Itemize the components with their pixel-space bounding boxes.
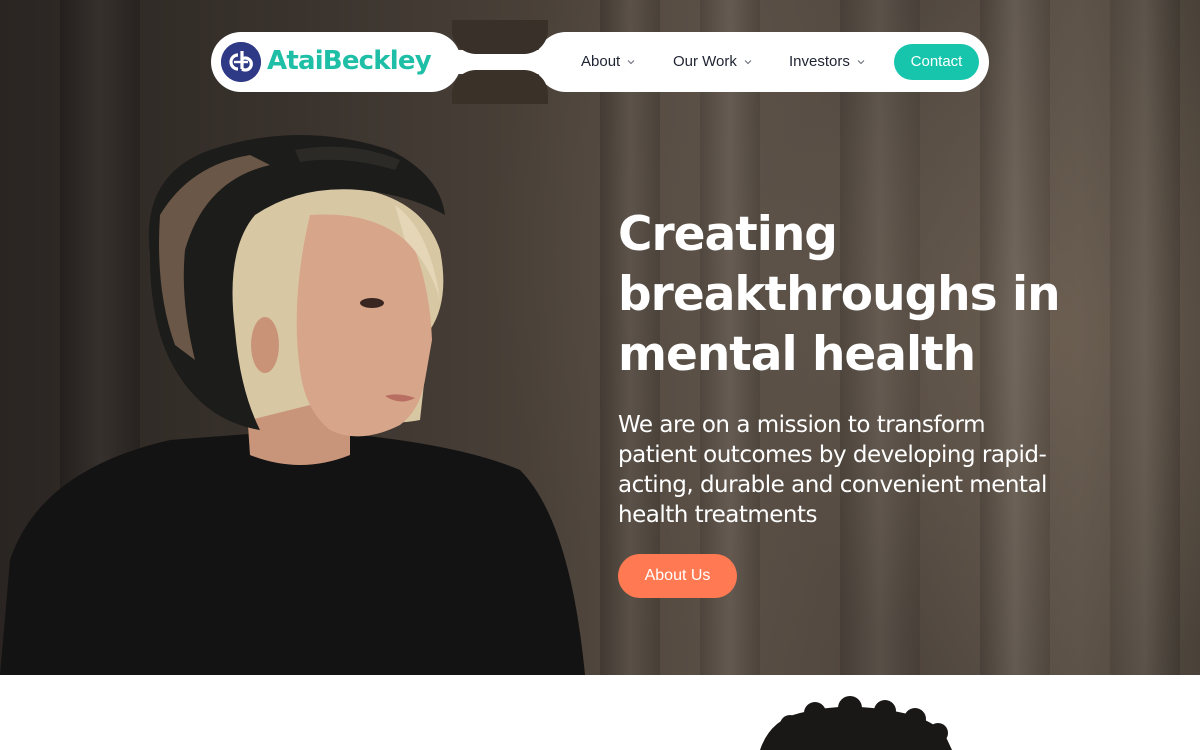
nav-item-about[interactable]: About [581,50,635,74]
chevron-down-icon [744,60,752,65]
nav-item-our-work[interactable]: Our Work [673,50,752,74]
hero-title-line: Creating [618,207,838,262]
nav-item-label: About [581,53,621,70]
chevron-down-icon [627,60,635,65]
logo-wordmark[interactable]: AtaiBeckley [267,43,432,79]
hero-subtitle-line: health treatments [618,502,817,528]
contact-button[interactable]: Contact [894,44,979,80]
nav-item-label: Investors [789,53,850,70]
hero-subtitle-line: We are on a mission to transform [618,412,986,438]
cb-monogram-icon[interactable] [221,42,261,82]
nav-item-label: Our Work [673,53,737,70]
hero-title-line: mental health [618,327,976,382]
next-section-photo [760,696,952,750]
hero-subtitle-line: patient outcomes by developing rapid- [618,442,1047,468]
next-section [0,675,1200,750]
nav-connector-notch-bottom [452,70,548,104]
hero-section: Creating breakthroughs in mental health … [0,0,1200,675]
hero-title: Creating breakthroughs in mental health [618,205,1098,385]
nav-connector-notch-top [452,20,548,54]
about-us-button[interactable]: About Us [618,554,737,598]
hero-title-line: breakthroughs in [618,267,1061,322]
hero-subtitle-line: acting, durable and convenient mental [618,472,1047,498]
chevron-down-icon [857,60,865,65]
curtain-fold [1110,0,1180,675]
hero-subtitle: We are on a mission to transform patient… [618,410,1088,530]
nav-item-investors[interactable]: Investors [789,50,865,74]
